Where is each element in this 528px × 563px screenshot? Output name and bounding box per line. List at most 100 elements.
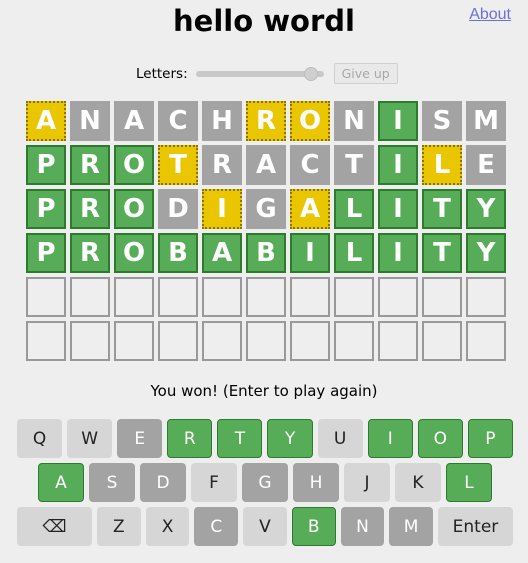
key-f[interactable]: F (191, 463, 237, 502)
board-tile (290, 277, 330, 317)
board-tile (26, 277, 66, 317)
game-status: You won! (Enter to play again) (150, 382, 378, 400)
board-tile: T (334, 145, 374, 185)
board-tile: R (70, 145, 110, 185)
key-m[interactable]: M (389, 507, 433, 546)
board-tile: D (158, 189, 198, 229)
keyboard-row: ⌫ Z X C V B N M Enter (17, 507, 513, 546)
key-t[interactable]: T (217, 419, 263, 458)
board-tile: L (334, 189, 374, 229)
page-title: hello wordl (173, 4, 355, 38)
board-tile (466, 277, 506, 317)
key-o[interactable]: O (417, 419, 463, 458)
board-tile: I (378, 145, 418, 185)
key-u[interactable]: U (317, 419, 363, 458)
key-a[interactable]: A (38, 463, 84, 502)
board-tile (334, 277, 374, 317)
key-enter[interactable]: Enter (437, 507, 513, 546)
board-tile: P (26, 233, 66, 273)
key-b[interactable]: B (291, 507, 336, 546)
letters-label: Letters: (136, 65, 188, 82)
board-tile: A (114, 101, 154, 141)
key-c[interactable]: C (194, 507, 239, 546)
board-tile: I (378, 101, 418, 141)
key-backspace-icon[interactable]: ⌫ (17, 507, 93, 546)
give-up-button[interactable]: Give up (333, 63, 398, 84)
board-tile (114, 277, 154, 317)
board-tile (334, 321, 374, 361)
keyboard-row: QWERTYUIOP (17, 419, 513, 458)
board-tile: C (290, 145, 330, 185)
key-x[interactable]: X (145, 507, 190, 546)
board-tile: T (158, 145, 198, 185)
board-tile: A (202, 233, 242, 273)
board-tile: O (114, 145, 154, 185)
board-tile: S (422, 101, 462, 141)
board-tile (466, 321, 506, 361)
key-d[interactable]: D (140, 463, 186, 502)
key-y[interactable]: Y (267, 419, 313, 458)
board-tile (290, 321, 330, 361)
key-n[interactable]: N (340, 507, 385, 546)
board-tile (114, 321, 154, 361)
board-tile: Y (466, 233, 506, 273)
key-s[interactable]: S (89, 463, 135, 502)
board-tile: I (378, 233, 418, 273)
board-tile: T (422, 189, 462, 229)
board-tile (378, 321, 418, 361)
board-tile: I (378, 189, 418, 229)
board-tile: T (422, 233, 462, 273)
key-k[interactable]: K (395, 463, 441, 502)
board-tile: L (422, 145, 462, 185)
board-tile: A (246, 145, 286, 185)
letters-slider[interactable] (195, 64, 324, 84)
keyboard-row: ASDFGHJKL (17, 463, 513, 502)
board-tile (70, 321, 110, 361)
key-l[interactable]: L (446, 463, 492, 502)
board-tile: R (70, 189, 110, 229)
board-tile: Y (466, 189, 506, 229)
board-tile (246, 321, 286, 361)
board-tile (202, 277, 242, 317)
key-i[interactable]: I (367, 419, 413, 458)
board-tile: N (70, 101, 110, 141)
key-j[interactable]: J (344, 463, 390, 502)
key-h[interactable]: H (293, 463, 339, 502)
board-tile (158, 321, 198, 361)
key-w[interactable]: W (67, 419, 113, 458)
board-tile: P (26, 189, 66, 229)
slider-thumb[interactable] (304, 66, 319, 81)
board-tile: I (290, 233, 330, 273)
guess-board: ANACHRONISMPROTRACTILEPRODIGALITYPROBABI… (26, 101, 506, 361)
board-tile: E (466, 145, 506, 185)
board-tile: M (466, 101, 506, 141)
board-tile: R (70, 233, 110, 273)
board-tile: R (246, 101, 286, 141)
keyboard: Q W E R T Y U I O P A S D F G H J K L ⌫ Z X C V B N M Enter (17, 419, 513, 551)
board-tile: B (246, 233, 286, 273)
key-p[interactable]: P (467, 419, 513, 458)
board-tile: O (290, 101, 330, 141)
board-tile (202, 321, 242, 361)
board-tile (378, 277, 418, 317)
board-tile: N (334, 101, 374, 141)
key-r[interactable]: R (167, 419, 213, 458)
board-tile: P (26, 145, 66, 185)
board-tile (26, 321, 66, 361)
key-v[interactable]: V (243, 507, 287, 546)
key-g[interactable]: G (242, 463, 288, 502)
letters-control: Letters: Give up (136, 63, 398, 84)
key-e[interactable]: E (117, 419, 163, 458)
board-tile (422, 277, 462, 317)
board-tile: O (114, 233, 154, 273)
key-z[interactable]: Z (97, 507, 141, 546)
board-tile: G (246, 189, 286, 229)
board-tile: L (334, 233, 374, 273)
key-q[interactable]: Q (17, 419, 63, 458)
board-tile: R (202, 145, 242, 185)
board-tile: C (158, 101, 198, 141)
board-tile: A (290, 189, 330, 229)
board-tile (422, 321, 462, 361)
board-tile: I (202, 189, 242, 229)
board-tile (158, 277, 198, 317)
